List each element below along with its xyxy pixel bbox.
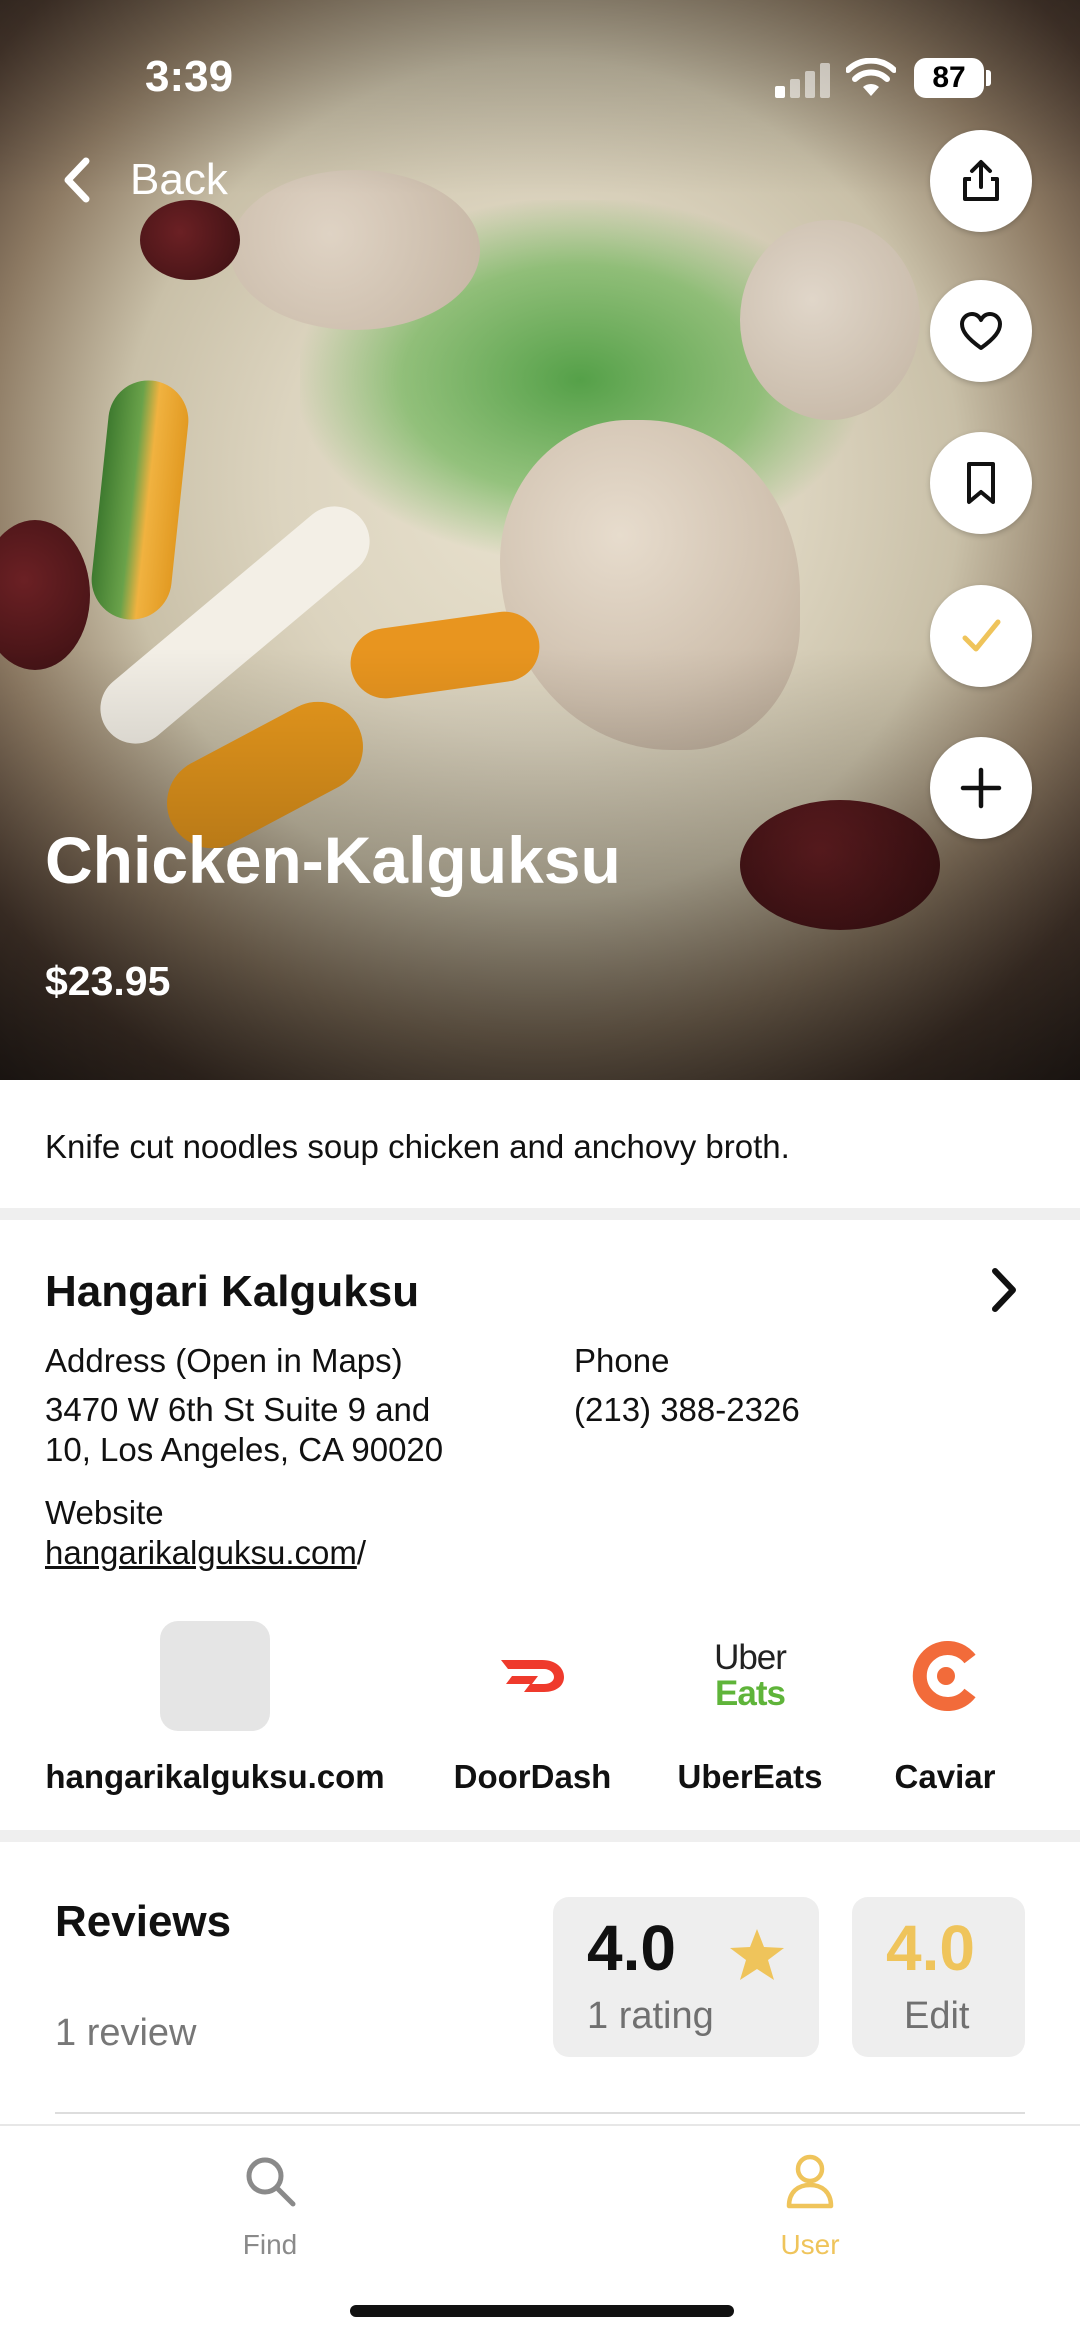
ubereats-logo: Uber Eats — [694, 1620, 806, 1732]
reviews-count[interactable]: 1 review — [55, 2012, 197, 2055]
address-label[interactable]: Address (Open in Maps) — [45, 1342, 403, 1380]
home-indicator — [350, 2305, 734, 2317]
average-rating: 4.0 — [587, 1912, 676, 1984]
dish-price: $23.95 — [45, 958, 171, 1004]
phone-label: Phone — [574, 1342, 670, 1379]
plus-icon — [960, 767, 1002, 809]
reviews-section: Reviews 1 review 4.0 1 rating 4.0 Edit — [0, 1842, 1080, 2122]
website-label: Website — [45, 1494, 164, 1531]
restaurant-name[interactable]: Hangari Kalguksu — [45, 1267, 419, 1317]
order-ubereats-label: UberEats — [677, 1758, 823, 1795]
restaurant-section: Hangari Kalguksu Address (Open in Maps) … — [0, 1220, 1080, 1830]
chevron-left-icon — [64, 157, 90, 203]
reviews-divider — [55, 2112, 1025, 2114]
address-line-1[interactable]: 3470 W 6th St Suite 9 and — [45, 1390, 430, 1430]
search-icon — [246, 2157, 296, 2207]
ratings-count: 1 rating — [587, 1995, 714, 2037]
check-icon — [962, 619, 1001, 652]
share-icon — [963, 160, 999, 201]
heart-icon — [960, 312, 1002, 350]
back-button[interactable]: Back — [58, 150, 228, 210]
address-line-2[interactable]: 10, Los Angeles, CA 90020 — [45, 1430, 443, 1470]
reviews-title: Reviews — [55, 1897, 232, 1946]
cellular-signal-icon — [775, 62, 831, 98]
order-caviar[interactable]: Caviar — [875, 1620, 1015, 1796]
dish-title: Chicken-Kalguksu — [45, 823, 621, 897]
edit-rating-button[interactable]: Edit — [904, 1995, 969, 2038]
my-rating-card[interactable]: 4.0 Edit — [852, 1897, 1025, 2057]
share-button[interactable] — [930, 130, 1032, 232]
ubereats-logo-uber: Uber — [714, 1638, 787, 1677]
battery-indicator: 87 — [914, 58, 984, 98]
order-doordash-label: DoorDash — [453, 1758, 612, 1795]
website-suffix: / — [356, 1534, 367, 1571]
doordash-logo — [500, 1660, 564, 1692]
tab-user-label: User — [780, 2229, 840, 2260]
status-bar: 3:39 87 — [0, 0, 1080, 150]
website-placeholder-icon — [160, 1621, 270, 1731]
section-divider — [0, 1830, 1080, 1842]
add-button[interactable] — [930, 737, 1032, 839]
tab-user[interactable]: User — [710, 2152, 910, 2261]
ubereats-logo-eats: Eats — [715, 1674, 786, 1713]
phone-number[interactable]: (213) 388-2326 — [574, 1390, 800, 1430]
tab-find-label: Find — [242, 2229, 298, 2260]
wifi-icon — [846, 58, 896, 96]
ordering-options: hangarikalguksu.com DoorDash Uber Eats U… — [0, 1620, 1080, 1820]
order-website-label: hangarikalguksu.com — [45, 1758, 385, 1795]
section-divider — [0, 1208, 1080, 1220]
back-label: Back — [130, 155, 228, 204]
website-field: hangarikalguksu.com/ — [45, 1533, 366, 1573]
bookmark-button[interactable] — [930, 432, 1032, 534]
star-icon — [730, 1929, 784, 1980]
order-website[interactable]: hangarikalguksu.com — [45, 1620, 385, 1796]
average-rating-card[interactable]: 4.0 1 rating — [553, 1897, 819, 2057]
chevron-right-icon[interactable] — [988, 1265, 1020, 1315]
website-link[interactable]: hangarikalguksu.com — [45, 1534, 357, 1571]
bookmark-icon — [967, 462, 995, 504]
order-ubereats[interactable]: Uber Eats UberEats — [660, 1620, 840, 1796]
favorite-button[interactable] — [930, 280, 1032, 382]
tab-find[interactable]: Find — [170, 2152, 370, 2261]
user-icon — [786, 2154, 834, 2209]
status-time: 3:39 — [145, 52, 234, 101]
order-caviar-label: Caviar — [894, 1758, 996, 1795]
caviar-logo — [912, 1641, 976, 1711]
dish-description: Knife cut noodles soup chicken and ancho… — [0, 1080, 1080, 1208]
tried-button[interactable] — [930, 585, 1032, 687]
order-doordash[interactable]: DoorDash — [445, 1620, 620, 1796]
my-rating: 4.0 — [886, 1912, 975, 1984]
